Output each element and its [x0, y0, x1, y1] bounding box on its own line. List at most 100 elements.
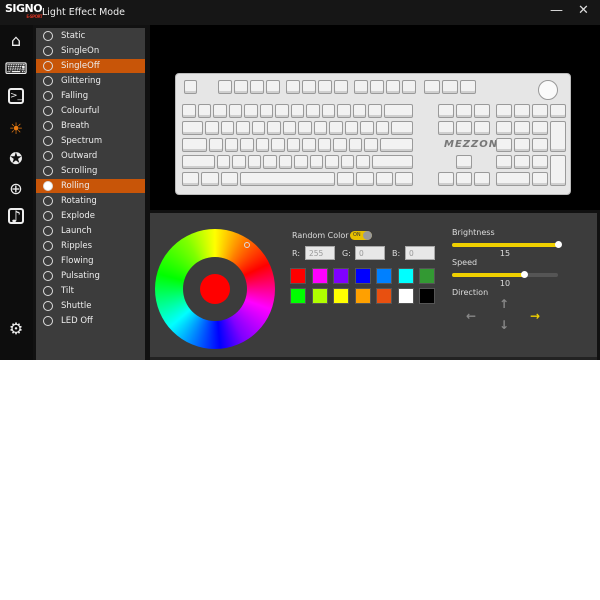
key — [232, 155, 246, 169]
key — [532, 104, 548, 118]
color-swatch[interactable] — [419, 288, 435, 304]
effect-label: Breath — [61, 121, 90, 131]
radio-button[interactable] — [43, 46, 53, 56]
effect-item[interactable]: Falling — [36, 89, 145, 103]
key — [514, 138, 530, 152]
radio-button[interactable] — [43, 316, 53, 326]
radio-button[interactable] — [43, 121, 53, 131]
effect-item[interactable]: Launch — [36, 224, 145, 238]
radio-button[interactable] — [43, 136, 53, 146]
effect-item[interactable]: LED Off — [36, 314, 145, 328]
radio-button[interactable] — [43, 166, 53, 176]
color-swatch[interactable] — [419, 268, 435, 284]
effect-item[interactable]: Colourful — [36, 104, 145, 118]
brightness-slider[interactable] — [452, 241, 562, 248]
macro-icon[interactable]: ✪ — [6, 148, 26, 168]
color-wheel[interactable] — [155, 229, 275, 349]
effect-item[interactable]: Flowing — [36, 254, 145, 268]
lightbulb-icon[interactable]: ☀ — [6, 118, 26, 138]
radio-button[interactable] — [43, 241, 53, 251]
effect-item[interactable]: Ripples — [36, 239, 145, 253]
key — [313, 121, 328, 135]
key — [379, 138, 413, 152]
direction-down-arrow-icon[interactable]: ↓ — [499, 318, 509, 332]
effect-item[interactable]: Breath — [36, 119, 145, 133]
effect-item[interactable]: Explode — [36, 209, 145, 223]
color-swatch[interactable] — [397, 288, 414, 304]
key — [550, 155, 566, 186]
key — [302, 138, 316, 152]
radio-button[interactable] — [43, 211, 53, 221]
key — [197, 104, 211, 118]
direction-left-arrow-icon[interactable]: ← — [466, 309, 476, 323]
radio-button[interactable] — [43, 91, 53, 101]
color-swatch[interactable] — [311, 268, 328, 284]
minimize-button[interactable]: — — [550, 3, 563, 18]
color-swatch[interactable] — [397, 268, 414, 284]
home-icon[interactable]: ⌂ — [6, 30, 26, 50]
random-color-toggle[interactable]: ON — [350, 231, 372, 240]
key — [302, 80, 316, 94]
effect-item[interactable]: Outward — [36, 149, 145, 163]
color-swatch[interactable] — [333, 268, 349, 284]
brightness-thumb[interactable] — [555, 241, 562, 248]
direction-up-arrow-icon[interactable]: ↑ — [499, 297, 509, 311]
g-input[interactable]: 0 — [355, 246, 385, 260]
effect-item[interactable]: Glittering — [36, 74, 145, 88]
effect-item[interactable]: Rotating — [36, 194, 145, 208]
key — [456, 172, 472, 186]
color-swatch[interactable] — [333, 288, 349, 304]
radio-button[interactable] — [43, 226, 53, 236]
effect-item[interactable]: Pulsating — [36, 269, 145, 283]
effect-item[interactable]: Tilt — [36, 284, 145, 298]
speed-thumb[interactable] — [521, 271, 529, 278]
radio-button[interactable] — [43, 271, 53, 281]
effect-label: Launch — [61, 226, 92, 236]
speed-slider[interactable] — [452, 271, 558, 278]
key — [496, 172, 530, 186]
gear-icon[interactable]: ⚙ — [6, 318, 26, 338]
radio-button[interactable] — [43, 61, 53, 71]
key — [532, 121, 548, 135]
radio-button[interactable] — [43, 106, 53, 116]
b-input[interactable]: 0 — [405, 246, 435, 260]
color-swatch[interactable] — [376, 268, 392, 284]
globe-icon[interactable]: ⊕ — [6, 178, 26, 198]
color-swatch[interactable] — [354, 268, 371, 284]
radio-button[interactable] — [43, 181, 53, 191]
color-swatch[interactable] — [311, 288, 328, 304]
radio-button[interactable] — [43, 31, 53, 41]
close-button[interactable]: ✕ — [578, 3, 589, 18]
brightness-value: 15 — [499, 249, 511, 258]
radio-button[interactable] — [43, 256, 53, 266]
effect-item[interactable]: Scrolling — [36, 164, 145, 178]
radio-button[interactable] — [43, 301, 53, 311]
key — [244, 104, 258, 118]
effect-item[interactable]: Static — [36, 29, 145, 43]
keyboard-icon[interactable]: ⌨ — [4, 58, 27, 78]
color-swatch[interactable] — [290, 288, 306, 304]
key — [251, 121, 266, 135]
direction-right-arrow-icon[interactable]: → — [530, 309, 540, 323]
effect-item[interactable]: Rolling — [36, 179, 145, 193]
effect-item[interactable]: SingleOn — [36, 44, 145, 58]
terminal-icon[interactable]: >_ — [8, 88, 24, 104]
color-swatch[interactable] — [290, 268, 306, 284]
radio-button[interactable] — [43, 196, 53, 206]
key — [442, 80, 458, 94]
radio-button[interactable] — [43, 151, 53, 161]
color-wheel-selector[interactable] — [244, 242, 250, 248]
effect-label: Tilt — [61, 286, 74, 296]
key — [220, 121, 235, 135]
color-swatch[interactable] — [376, 288, 392, 304]
radio-button[interactable] — [43, 76, 53, 86]
effect-item[interactable]: Spectrum — [36, 134, 145, 148]
music-icon[interactable]: ♪ — [8, 207, 24, 226]
effect-item[interactable]: SingleOff — [36, 59, 145, 73]
key — [344, 121, 359, 135]
r-input[interactable]: 255 — [305, 246, 335, 260]
key — [337, 104, 351, 118]
effect-item[interactable]: Shuttle — [36, 299, 145, 313]
color-swatch[interactable] — [354, 288, 371, 304]
radio-button[interactable] — [43, 286, 53, 296]
